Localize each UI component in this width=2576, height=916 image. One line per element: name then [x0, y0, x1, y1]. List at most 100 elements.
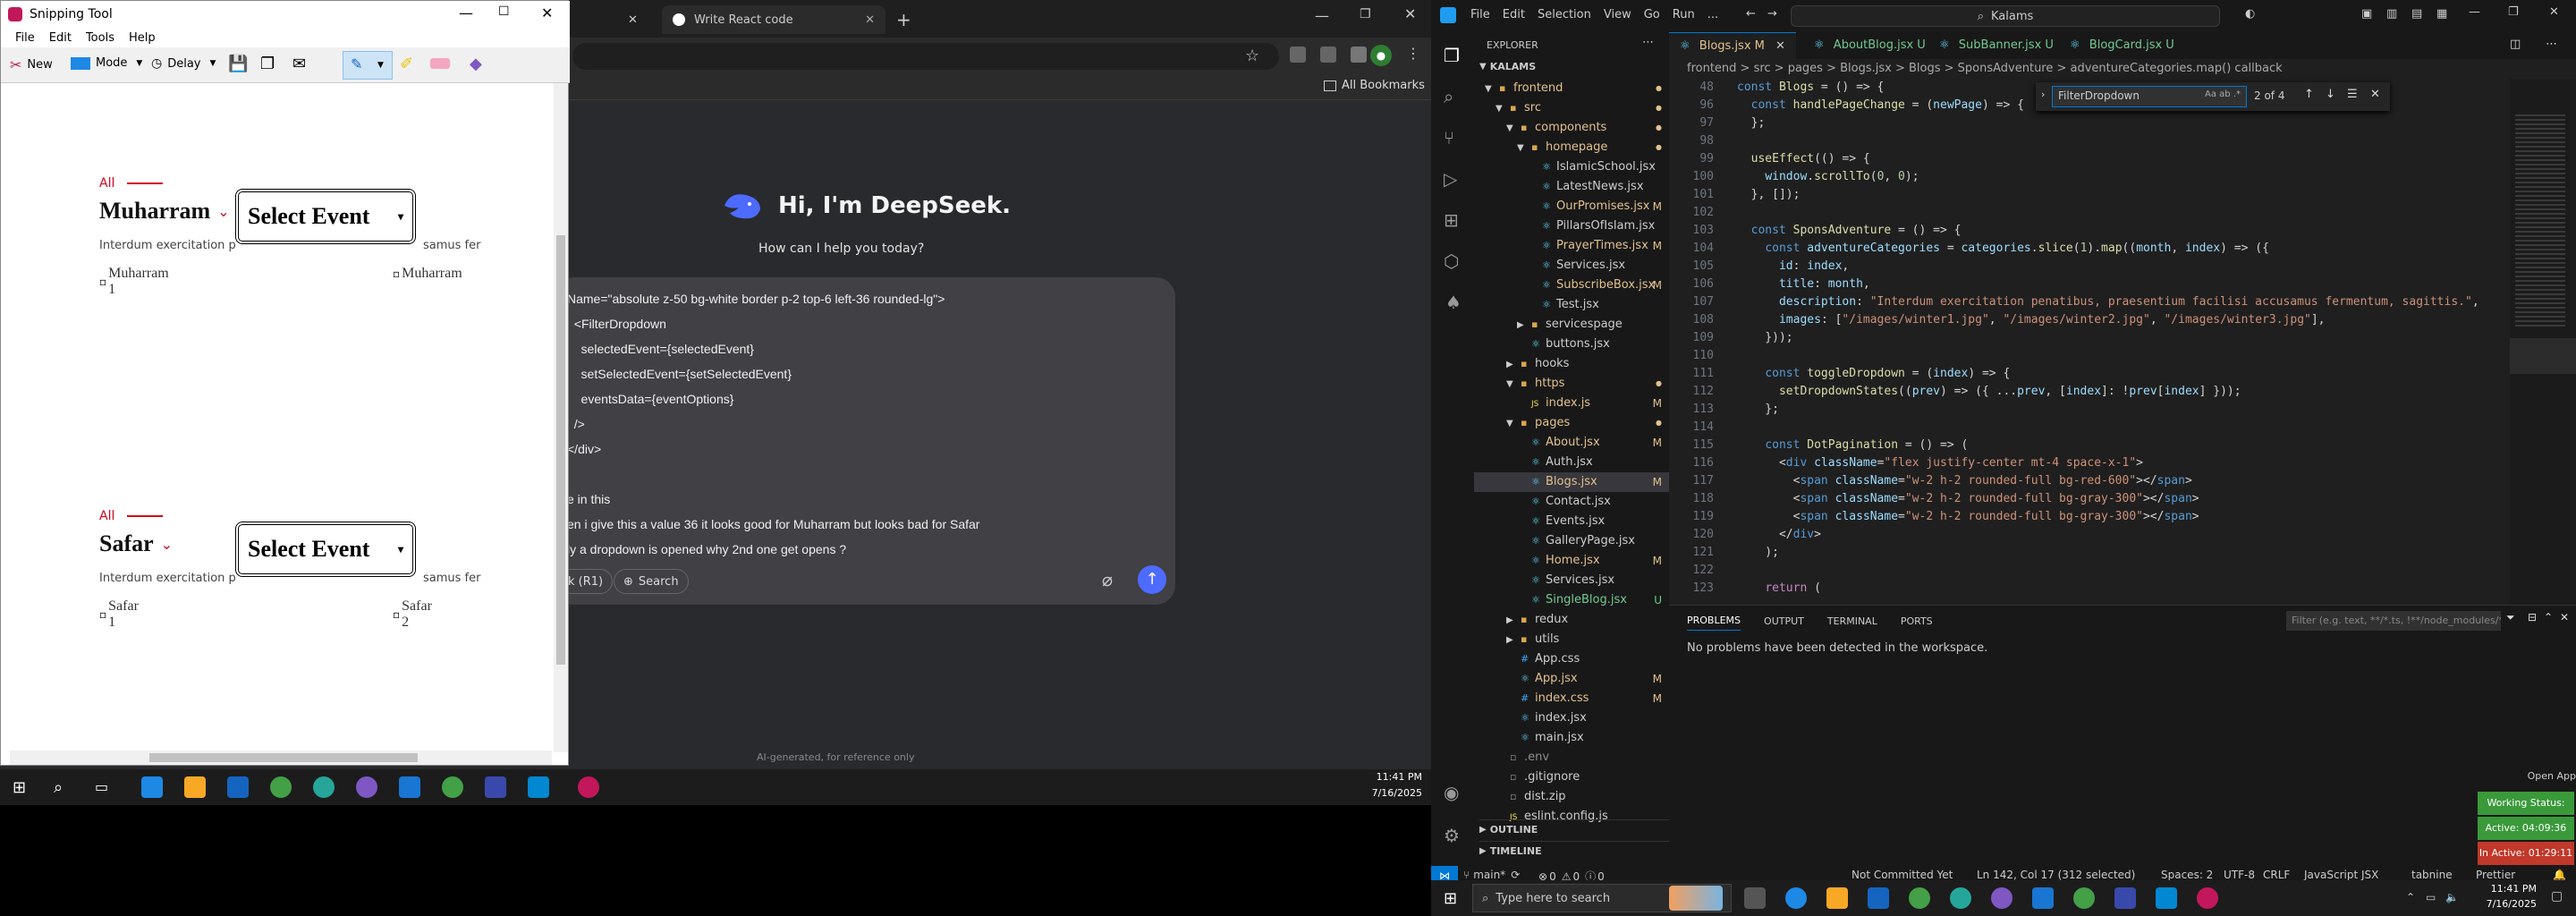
menu-more[interactable]: ... — [1707, 8, 1718, 21]
copy-icon[interactable]: ❐ — [260, 55, 275, 73]
network-icon[interactable]: ▭ — [2426, 891, 2436, 903]
language-mode[interactable]: JavaScript JSX — [2304, 869, 2378, 881]
extensions-icon[interactable]: ⊞ — [1444, 209, 1459, 231]
chrome-icon[interactable] — [2073, 887, 2095, 909]
more-actions-icon[interactable]: ⋯ — [2546, 38, 2557, 51]
vscode-icon[interactable] — [2032, 887, 2054, 909]
tree-item[interactable]: ▫ dist.zip — [1474, 787, 1669, 807]
eraser-icon[interactable] — [430, 58, 450, 69]
tree-item[interactable]: ▫ .env — [1474, 748, 1669, 768]
profile-avatar[interactable]: ● — [1370, 45, 1392, 66]
tree-item[interactable]: ▼ ▪ frontend ● — [1474, 79, 1669, 98]
file-explorer-icon[interactable] — [1826, 887, 1848, 909]
chrome-tab-active[interactable]: Write React code ✕ — [662, 5, 886, 34]
tree-item[interactable]: ⚛ PillarsOfIslam.jsx — [1474, 216, 1669, 236]
tree-item[interactable]: # index.css M — [1474, 689, 1669, 708]
zoom-icon[interactable] — [485, 776, 506, 798]
github-icon[interactable] — [356, 776, 377, 798]
close-icon[interactable]: ✕ — [541, 4, 553, 21]
tree-item[interactable]: ⚛ buttons.jsx — [1474, 335, 1669, 354]
app-icon[interactable] — [313, 776, 335, 798]
tree-item[interactable]: ⚛ IslamicSchool.jsx — [1474, 157, 1669, 177]
month-title[interactable]: Safar ⌄ — [99, 530, 173, 557]
store-icon[interactable] — [227, 776, 249, 798]
input-text[interactable]: Name="absolute z-50 bg-white border p-2 … — [567, 286, 979, 562]
snipping-tool-icon[interactable] — [578, 776, 599, 798]
filter-icon[interactable]: ⏷ — [2506, 611, 2515, 624]
tab-aboutblog[interactable]: ⚛ AboutBlog.jsx U — [1803, 32, 1936, 59]
all-filter[interactable]: All — [99, 176, 164, 191]
sidepanel-icon[interactable] — [1320, 47, 1336, 63]
close-panel-icon[interactable]: ✕ — [2560, 611, 2569, 623]
new-button[interactable]: ✂ New — [10, 56, 53, 73]
edge-icon[interactable] — [1785, 887, 1807, 909]
menu-tools[interactable]: Tools — [86, 31, 114, 45]
tab-problems[interactable]: PROBLEMS — [1687, 615, 1741, 631]
scrollbar-thumb[interactable] — [149, 753, 418, 762]
explorer-icon[interactable]: ❐ — [1444, 45, 1460, 66]
menu-view[interactable]: View — [1604, 8, 1631, 21]
search-toggle-button[interactable]: ⊕ Search — [614, 569, 689, 594]
cursor-position[interactable]: Ln 142, Col 17 (312 selected) — [1977, 869, 2135, 881]
tree-item[interactable]: ▫ .gitignore — [1474, 768, 1669, 787]
toggle-secondary-icon[interactable]: ▦ — [2436, 7, 2447, 21]
task-view-icon[interactable] — [1744, 887, 1766, 909]
download-icon[interactable] — [1351, 47, 1367, 63]
outline-section[interactable]: ▶ OUTLINE — [1479, 819, 1669, 835]
menu-file[interactable]: File — [15, 31, 35, 45]
maximize-panel-icon[interactable]: ⌃ — [2544, 611, 2553, 623]
menu-help[interactable]: Help — [129, 31, 156, 45]
tree-item[interactable]: JS index.js M — [1474, 394, 1669, 413]
minimap[interactable] — [2510, 79, 2576, 605]
menu-go[interactable]: Go — [1644, 8, 1660, 21]
vertical-scrollbar[interactable] — [554, 83, 568, 752]
volume-icon[interactable]: 🔈 — [2445, 891, 2459, 903]
menu-file[interactable]: File — [1470, 8, 1490, 21]
tree-item[interactable]: ⚛ About.jsx M — [1474, 433, 1669, 453]
tab-blogs[interactable]: ⚛ Blogs.jsx M ✕ — [1669, 32, 1796, 59]
tree-item[interactable]: # App.css — [1474, 649, 1669, 669]
account-icon[interactable]: ◉ — [1444, 782, 1459, 803]
tree-item[interactable]: ⚛ index.jsx — [1474, 708, 1669, 728]
highlighter-icon[interactable]: ✐ — [400, 55, 413, 73]
toggle-panel-icon[interactable]: ▤ — [2411, 7, 2422, 21]
menu-run[interactable]: Run — [1673, 8, 1695, 21]
tree-item[interactable]: ⚛ SingleBlog.jsx U — [1474, 590, 1669, 610]
mode-button[interactable]: Mode ▼ — [71, 56, 142, 70]
workspace-root[interactable]: ▼ KALAMS — [1479, 61, 1536, 72]
tree-item[interactable]: ▶ ▪ servicespage — [1474, 315, 1669, 335]
tree-item[interactable]: ▼ ▪ https ● — [1474, 374, 1669, 394]
chrome-menu-icon[interactable]: ⋮ — [1406, 45, 1420, 62]
pen-button[interactable]: ✎ ▼ — [343, 51, 393, 80]
tree-item[interactable]: ▶ ▪ redux — [1474, 610, 1669, 630]
windows-start-icon[interactable]: ⊞ — [1444, 889, 1457, 908]
tray-chevron-icon[interactable]: ⌃ — [2406, 891, 2415, 903]
edge-icon[interactable] — [141, 776, 163, 798]
tree-item[interactable]: ⚛ OurPromises.jsx M — [1474, 197, 1669, 216]
select-event-dropdown[interactable]: Select Event ▾ — [235, 189, 416, 244]
url-field[interactable] — [572, 43, 1279, 70]
attach-icon[interactable]: ⌀ — [1102, 569, 1113, 590]
send-button[interactable]: ↑ — [1138, 565, 1166, 594]
maximize-icon[interactable]: ❐ — [2508, 5, 2519, 19]
close-tab-icon[interactable]: ✕ — [865, 13, 875, 27]
tree-item[interactable]: ⚛ Contact.jsx — [1474, 492, 1669, 512]
nav-back-icon[interactable]: ← — [1746, 7, 1756, 21]
tab-ports[interactable]: PORTS — [1901, 615, 1933, 631]
snipping-tool-icon[interactable] — [2197, 887, 2218, 909]
close-window-icon[interactable]: ✕ — [1404, 5, 1416, 22]
command-center[interactable]: ⌕ Kalams — [1791, 5, 2220, 27]
open-app-link[interactable]: Open App — [2483, 770, 2576, 786]
source-control-icon[interactable]: ⑂ — [1444, 127, 1454, 148]
task-view-icon[interactable]: ▭ — [95, 778, 108, 795]
scrollbar-thumb[interactable] — [556, 235, 565, 665]
month-title[interactable]: Muharram ⌄ — [99, 198, 230, 225]
tree-item[interactable]: ⚛ Services.jsx — [1474, 571, 1669, 590]
more-actions-icon[interactable]: ⋯ — [1642, 36, 1654, 49]
menu-edit[interactable]: Edit — [1503, 8, 1525, 21]
clock-time[interactable]: 11:41 PM — [1368, 771, 1422, 783]
chrome-icon[interactable] — [1909, 887, 1930, 909]
clock-time[interactable]: 11:41 PM — [2474, 883, 2537, 895]
nav-forward-icon[interactable]: → — [1767, 7, 1777, 21]
tabnine-status[interactable]: tabnine — [2411, 869, 2453, 881]
